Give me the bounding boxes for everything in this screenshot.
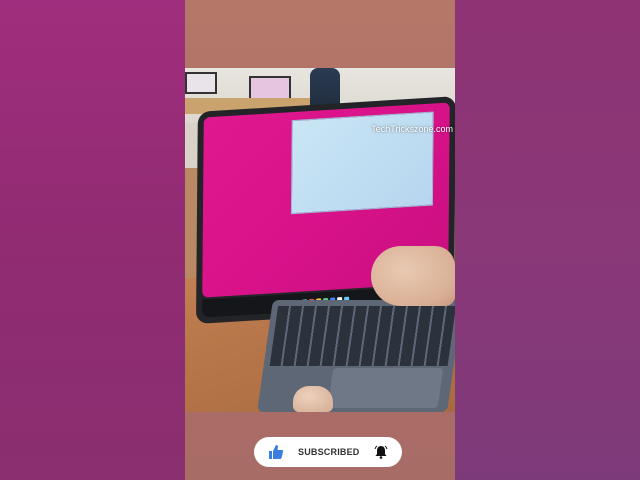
hand-on-keyboard	[293, 386, 333, 412]
keyboard	[257, 300, 455, 412]
subscribe-label: SUBSCRIBED	[298, 447, 360, 457]
bell-icon[interactable]	[374, 445, 388, 459]
watermark-text: TechTrickszone.com	[371, 124, 453, 134]
blurred-background-right	[455, 0, 640, 480]
keyboard-keys	[269, 306, 455, 366]
store-display	[185, 72, 217, 94]
hand-touching-screen	[371, 246, 455, 306]
subscribe-button[interactable]: SUBSCRIBED	[254, 437, 402, 467]
trackpad	[327, 368, 444, 408]
thumbs-up-icon[interactable]	[268, 444, 284, 460]
video-frame[interactable]: TechTrickszone.com	[185, 68, 455, 412]
blurred-background-left	[0, 0, 185, 480]
